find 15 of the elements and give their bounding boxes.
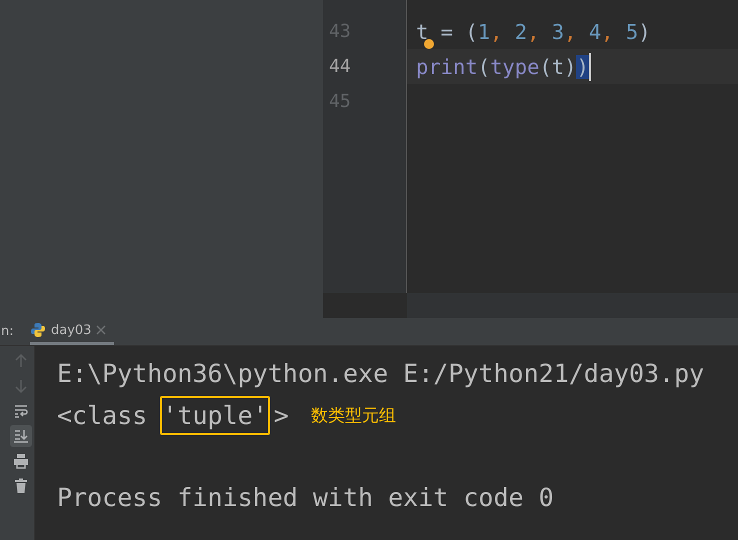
run-tab[interactable]: day03 xyxy=(30,318,114,345)
output-text: <class xyxy=(57,400,148,430)
annotation-text: 数类型元组 xyxy=(310,404,396,426)
scroll-to-end-icon[interactable] xyxy=(10,425,32,447)
line-number: 44 xyxy=(328,55,352,79)
text-cursor xyxy=(588,52,591,80)
output-text: E:\Python36\python.exe E:/Python21/day03.py xyxy=(57,358,704,388)
close-icon xyxy=(96,325,106,335)
panel-label: n: xyxy=(1,323,15,341)
output-text: > xyxy=(274,400,289,430)
highlighted-output: 'tuple' xyxy=(160,396,270,434)
code-line: print(type(t)) xyxy=(416,54,589,80)
code-line: t = (1, 2, 3, 4, 5) xyxy=(416,18,651,46)
python-icon xyxy=(30,322,46,338)
output-text: Process finished with exit code 0 xyxy=(57,482,554,512)
